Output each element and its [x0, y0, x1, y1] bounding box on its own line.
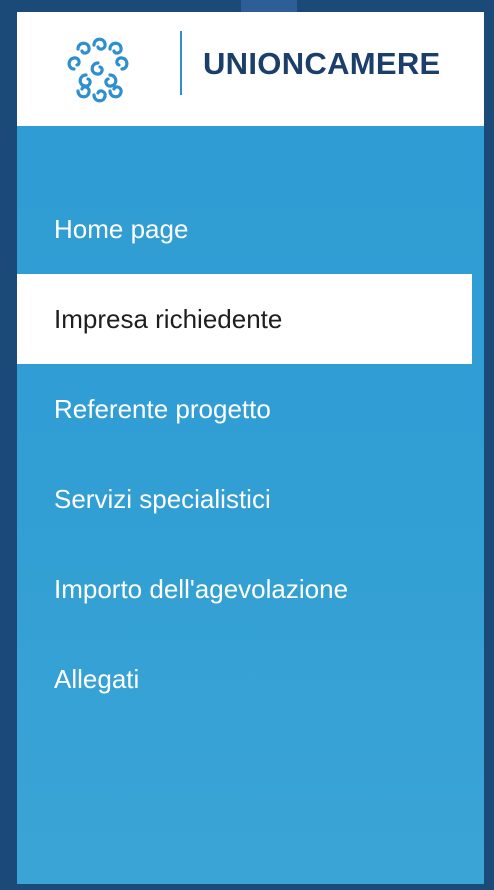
brand-name: UNIONCAMERE — [203, 46, 441, 81]
nav-item-label: Impresa richiedente — [54, 303, 283, 334]
nav-item-allegati[interactable]: Allegati — [17, 634, 472, 724]
nav-item-home-page[interactable]: Home page — [17, 184, 472, 274]
nav-left-border — [7, 126, 17, 884]
nav-item-importo-agevolazione[interactable]: Importo dell'agevolazione — [17, 544, 472, 634]
window-frame: UNIONCAMERE Home page Impresa richiedent… — [0, 0, 494, 890]
logo-header[interactable]: UNIONCAMERE — [17, 12, 484, 126]
sidebar-nav: Home page Impresa richiedente Referente … — [17, 126, 484, 884]
nav-item-label: Importo dell'agevolazione — [54, 573, 349, 604]
nav-item-label: Home page — [54, 213, 189, 244]
logo-divider — [180, 31, 182, 95]
nav-item-servizi-specialistici[interactable]: Servizi specialistici — [17, 454, 472, 544]
sidebar-panel: UNIONCAMERE Home page Impresa richiedent… — [7, 12, 484, 884]
unioncamere-logo-icon — [67, 37, 129, 103]
nav-item-referente-progetto[interactable]: Referente progetto — [17, 364, 472, 454]
nav-item-impresa-richiedente[interactable]: Impresa richiedente — [17, 274, 472, 364]
nav-item-label: Referente progetto — [54, 393, 271, 424]
nav-item-label: Allegati — [54, 663, 140, 694]
nav-item-label: Servizi specialistici — [54, 483, 271, 514]
top-tab-handle[interactable] — [241, 0, 297, 12]
